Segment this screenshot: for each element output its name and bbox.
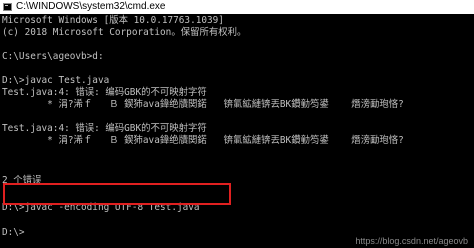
console-line: Test.java:4: 错误: 编码GBK的不可映射字符 xyxy=(2,123,207,134)
watermark: https://blog.csdn.net/ageovb xyxy=(355,236,468,246)
console-line: Microsoft Windows [版本 10.0.17763.1039] xyxy=(2,15,224,26)
console-line: * 涓?浠ｆ Ｂ 鍥犻ava鍏绝牘関鍩 锛氭絋縺锛丟BK鑽勭笉鍙 熸滂勔玸悋? xyxy=(2,135,404,146)
cmd-icon xyxy=(3,3,12,11)
title-bar[interactable]: C:\WINDOWS\system32\cmd.exe xyxy=(0,0,474,14)
console-line: C:\Users\ageovb>d: xyxy=(2,51,104,62)
console-output[interactable]: Microsoft Windows [版本 10.0.17763.1039] (… xyxy=(2,15,472,248)
console-line: (c) 2018 Microsoft Corporation。保留所有权利。 xyxy=(2,27,247,38)
cmd-window: C:\WINDOWS\system32\cmd.exe Microsoft Wi… xyxy=(0,0,474,248)
console-line: D:\> xyxy=(2,227,25,238)
console-line: D:\>javac Test.java xyxy=(2,75,110,86)
console-line: * 涓?浠ｆ Ｂ 鍥犻ava鍏绝牘関鍩 锛氭絋縺锛丟BK鑽勭笉鍙 熸滂勔玸悋? xyxy=(2,99,404,110)
command-highlight-box xyxy=(3,183,231,205)
console-line: Test.java:4: 错误: 编码GBK的不可映射字符 xyxy=(2,87,207,98)
window-title: C:\WINDOWS\system32\cmd.exe xyxy=(16,1,166,12)
